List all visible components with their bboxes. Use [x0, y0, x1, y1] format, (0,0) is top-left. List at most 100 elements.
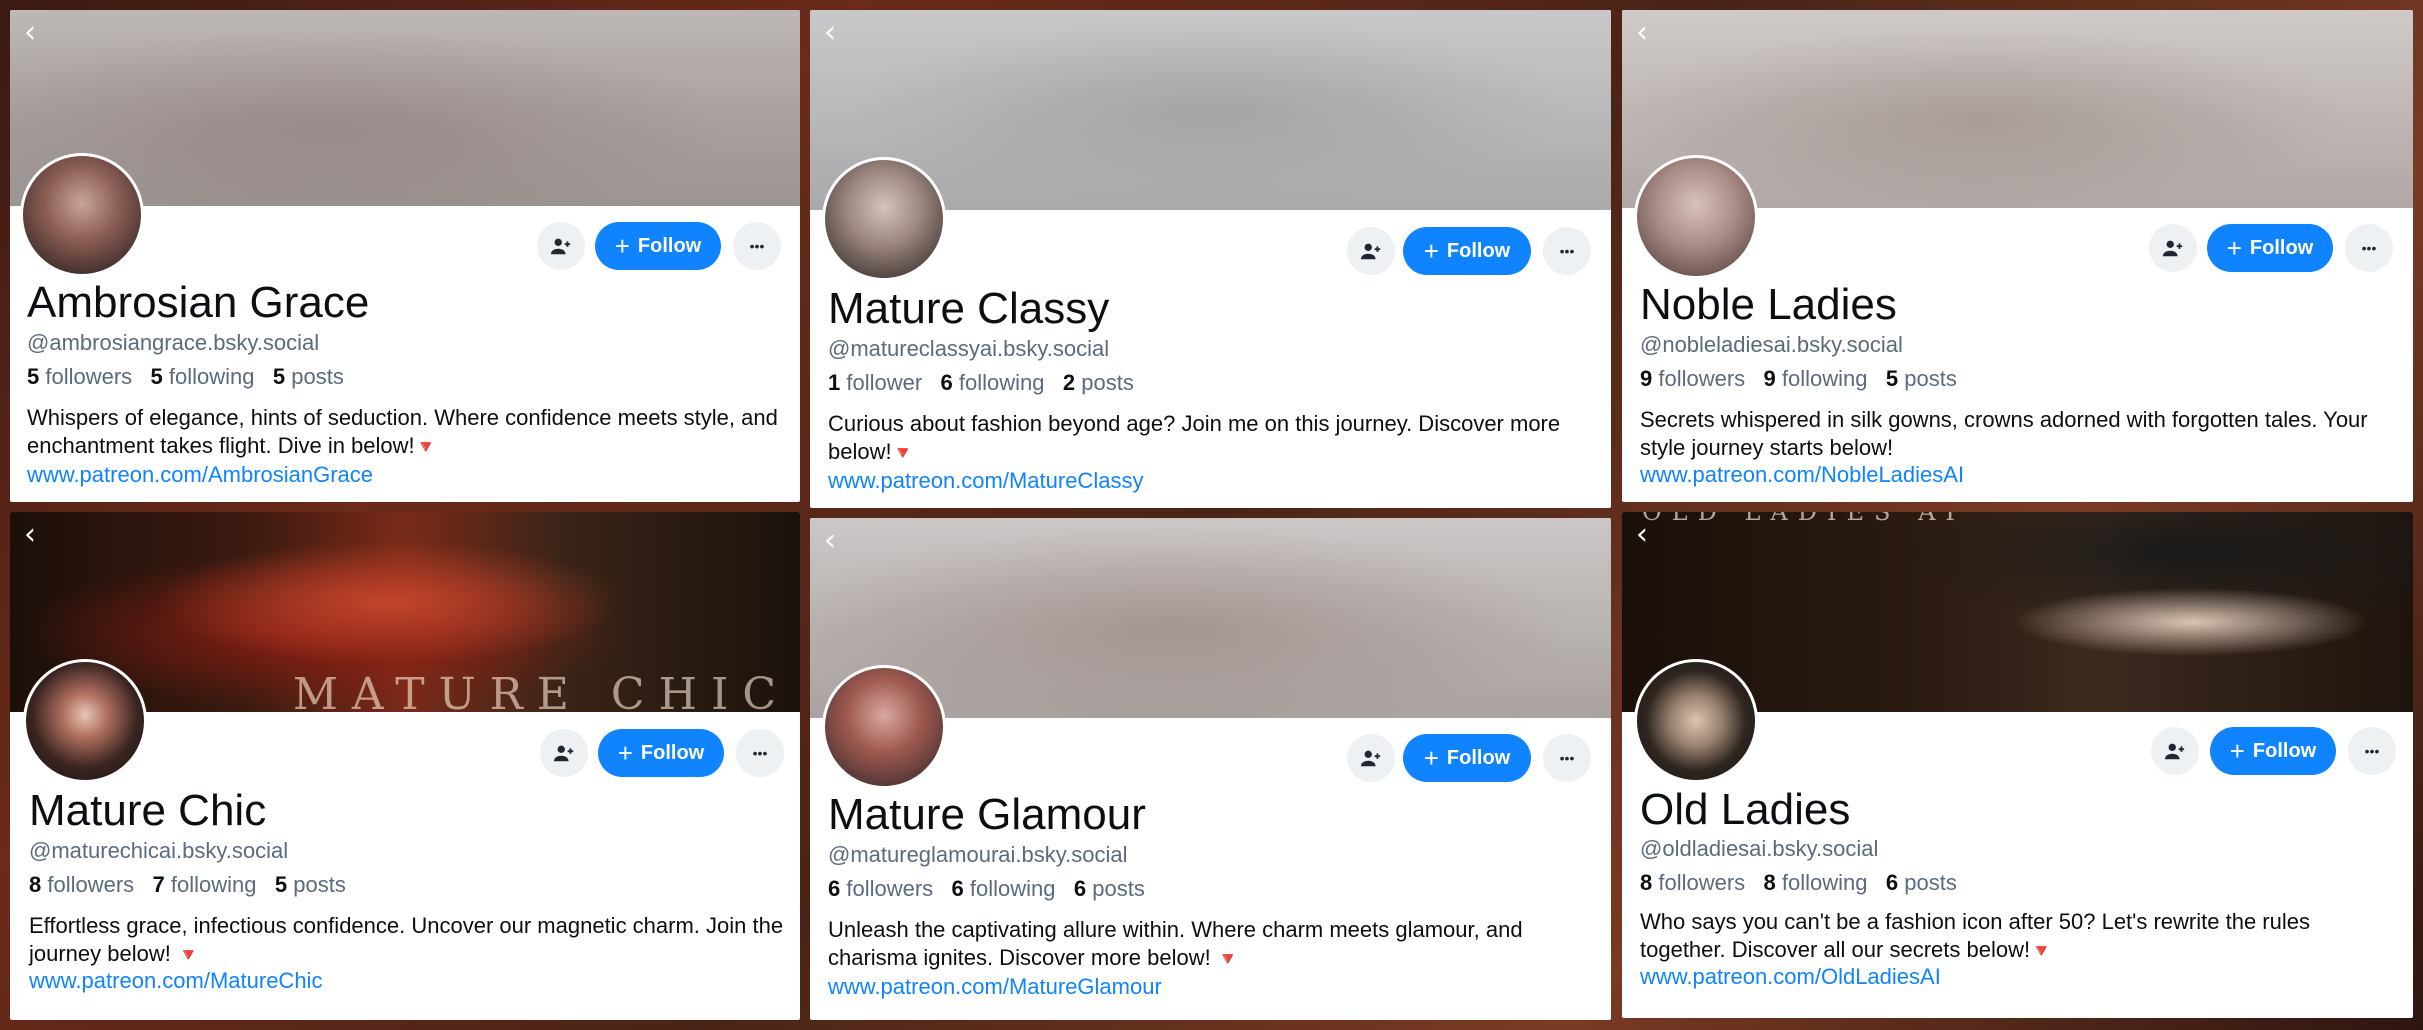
triangle-icon: 🔻 [2030, 941, 2053, 961]
bio: Curious about fashion beyond age? Join m… [828, 411, 1561, 464]
avatar[interactable] [23, 659, 147, 783]
followers-link[interactable]: 8 followers [1640, 870, 1745, 895]
triangle-icon: 🔻 [177, 945, 200, 965]
handle: @nobleladiesai.bsky.social [1640, 332, 1903, 357]
followers-link[interactable]: 1 follower [828, 370, 922, 395]
follow-button[interactable]: + Follow [1403, 227, 1531, 275]
follow-button[interactable]: + Follow [1403, 734, 1531, 782]
profile-card: ‹ + Follow ••• Mature Classy @matureclas… [810, 10, 1611, 508]
display-name: Mature Classy [828, 284, 1110, 333]
follow-button[interactable]: + Follow [598, 729, 724, 777]
plus-icon: + [2226, 233, 2242, 263]
profile-stats: 5 followers 5 following 5 posts [27, 364, 344, 390]
profile-card: OLD LADIES AI ‹ + Follow ••• Old Ladies … [1622, 512, 2413, 1018]
profile-stats: 6 followers 6 following 6 posts [828, 876, 1145, 902]
profile-link[interactable]: www.patreon.com/MatureChic [29, 968, 322, 994]
more-options-icon[interactable]: ••• [2345, 224, 2393, 272]
bio: Effortless grace, infectious confidence.… [29, 913, 784, 966]
posts-count: 5 posts [274, 872, 346, 897]
triangle-icon: 🔻 [891, 443, 915, 463]
following-link[interactable]: 6 following [941, 370, 1045, 395]
follow-label: Follow [637, 234, 702, 257]
back-icon[interactable]: ‹ [1636, 520, 1648, 550]
display-name: Mature Glamour [828, 790, 1146, 839]
followers-link[interactable]: 8 followers [29, 872, 134, 897]
following-link[interactable]: 7 following [153, 872, 257, 897]
follow-label: Follow [2252, 739, 2317, 762]
followers-link[interactable]: 9 followers [1640, 366, 1745, 391]
follow-button[interactable]: + Follow [595, 222, 721, 270]
add-user-icon[interactable] [1347, 734, 1395, 782]
display-name: Old Ladies [1640, 785, 1851, 834]
posts-count: 6 posts [1073, 876, 1145, 901]
bio: Unleash the captivating allure within. W… [828, 917, 1523, 970]
following-link[interactable]: 9 following [1764, 366, 1868, 391]
profile-card: ‹ + Follow ••• Noble Ladies @nobleladies… [1622, 10, 2413, 502]
follow-label: Follow [1446, 239, 1511, 262]
add-user-icon[interactable] [2149, 224, 2197, 272]
display-name: Noble Ladies [1640, 280, 1897, 329]
profile-card: ‹ + Follow ••• Mature Glamour @maturegla… [810, 518, 1611, 1020]
display-name: Ambrosian Grace [27, 278, 370, 327]
add-user-icon[interactable] [540, 729, 588, 777]
triangle-icon: 🔻 [414, 437, 438, 457]
avatar[interactable] [822, 157, 946, 281]
following-link[interactable]: 8 following [1764, 870, 1868, 895]
follow-label: Follow [1446, 746, 1511, 769]
profile-card: MATURE CHIC ‹ + Follow ••• Mature Chic @… [10, 512, 800, 1020]
banner-text: OLD LADIES AI [1642, 512, 1965, 526]
bio: Whispers of elegance, hints of seduction… [27, 405, 778, 458]
back-icon[interactable]: ‹ [24, 18, 36, 48]
back-icon[interactable]: ‹ [1636, 18, 1648, 48]
more-options-icon[interactable]: ••• [2348, 727, 2396, 775]
more-options-icon[interactable]: ••• [736, 729, 784, 777]
plus-icon: + [1423, 743, 1439, 773]
followers-link[interactable]: 6 followers [828, 876, 933, 901]
person-plus-icon [550, 238, 571, 255]
add-user-icon[interactable] [2151, 727, 2199, 775]
bio: Secrets whispered in silk gowns, crowns … [1640, 407, 2368, 460]
handle: @matureclassyai.bsky.social [828, 336, 1110, 361]
avatar[interactable] [822, 665, 946, 789]
posts-count: 2 posts [1062, 370, 1134, 395]
back-icon[interactable]: ‹ [24, 520, 36, 550]
person-plus-icon [2162, 240, 2183, 257]
handle: @oldladiesai.bsky.social [1640, 836, 1879, 861]
profile-stats: 8 followers 7 following 5 posts [29, 872, 346, 898]
person-plus-icon [2164, 743, 2185, 760]
followers-link[interactable]: 5 followers [27, 364, 132, 389]
banner-text: MATURE CHIC [292, 669, 790, 720]
following-link[interactable]: 6 following [952, 876, 1056, 901]
profile-link[interactable]: www.patreon.com/AmbrosianGrace [27, 462, 373, 488]
person-plus-icon [553, 745, 574, 762]
follow-button[interactable]: + Follow [2210, 727, 2336, 775]
profile-stats: 9 followers 9 following 5 posts [1640, 366, 1957, 392]
more-options-icon[interactable]: ••• [1543, 734, 1591, 782]
plus-icon: + [1423, 236, 1439, 266]
avatar[interactable] [20, 153, 144, 277]
plus-icon: + [617, 738, 633, 768]
add-user-icon[interactable] [1347, 227, 1395, 275]
bio: Who says you can't be a fashion icon aft… [1640, 909, 2310, 962]
profile-link[interactable]: www.patreon.com/MatureClassy [828, 468, 1143, 494]
plus-icon: + [2229, 736, 2245, 766]
posts-count: 5 posts [272, 364, 344, 389]
follow-label: Follow [2249, 236, 2314, 259]
more-options-icon[interactable]: ••• [733, 222, 781, 270]
profile-link[interactable]: www.patreon.com/MatureGlamour [828, 974, 1162, 1000]
avatar[interactable] [1634, 659, 1758, 783]
triangle-icon: 🔻 [1216, 949, 1240, 969]
profile-stats: 8 followers 8 following 6 posts [1640, 870, 1957, 896]
back-icon[interactable]: ‹ [824, 526, 836, 556]
back-icon[interactable]: ‹ [824, 18, 836, 48]
more-options-icon[interactable]: ••• [1543, 227, 1591, 275]
follow-button[interactable]: + Follow [2207, 224, 2333, 272]
profile-link[interactable]: www.patreon.com/OldLadiesAI [1640, 964, 1941, 990]
handle: @maturechicai.bsky.social [29, 838, 289, 863]
add-user-icon[interactable] [537, 222, 585, 270]
profile-link[interactable]: www.patreon.com/NobleLadiesAI [1640, 462, 1964, 488]
handle: @ambrosiangrace.bsky.social [27, 330, 320, 355]
following-link[interactable]: 5 following [151, 364, 255, 389]
plus-icon: + [614, 231, 630, 261]
avatar[interactable] [1634, 155, 1758, 279]
